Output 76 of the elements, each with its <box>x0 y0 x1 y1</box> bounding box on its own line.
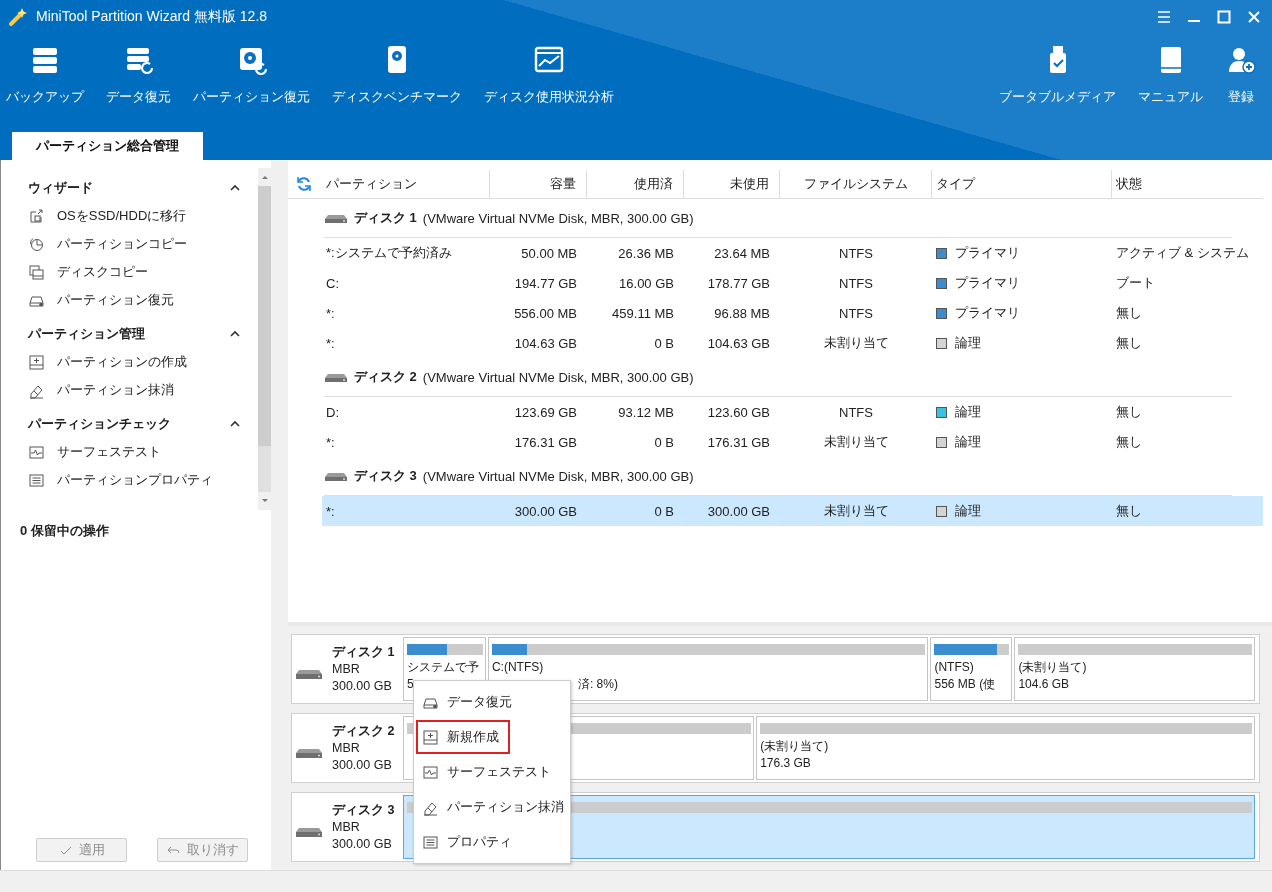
table-cell: 論理 <box>955 334 981 352</box>
partition-scheme: MBR <box>332 818 361 836</box>
table-cell-text: 556.00 MB <box>513 305 578 321</box>
table-cell-text: 459.11 MB <box>611 305 675 321</box>
table-cell-text: *: <box>325 503 336 519</box>
disk-detail: (VMware Virtual NVMe Disk, MBR, 300.00 GB) <box>422 369 694 385</box>
partition-label: (未割り当て) <box>1018 659 1088 676</box>
table-cell-text: *: <box>325 434 336 450</box>
partition-label: (NTFS) <box>934 659 975 676</box>
table-cell-text: NTFS <box>838 404 874 420</box>
table-cell-text: 300.00 GB <box>513 503 578 519</box>
table-cell: プライマリ <box>955 274 1020 292</box>
window-title: MiniTool Partition Wizard 無料版 12.8 <box>36 8 268 26</box>
disk-name: ディスク 3 <box>332 801 395 819</box>
table-cell-text: 300.00 GB <box>706 503 771 519</box>
disk-detail: (VMware Virtual NVMe Disk, MBR, 300.00 GB) <box>422 468 694 484</box>
table-cell-text: 0 B <box>653 434 675 450</box>
table-cell-text: *:システムで予約済み <box>325 244 453 262</box>
table-cell-text: 無し <box>1115 304 1143 322</box>
partition-label: システムで予 <box>407 659 480 676</box>
table-cell-text: 0 B <box>653 335 675 351</box>
partition-info: 5 <box>407 676 415 693</box>
table-cell-text: 176.31 GB <box>513 434 578 450</box>
partition-info: 済: 8%) <box>576 676 619 693</box>
partition-info: 104.6 GB <box>1018 676 1071 693</box>
partition-scheme: MBR <box>332 660 361 678</box>
partition-scheme: MBR <box>332 739 361 757</box>
table-cell: プライマリ <box>955 304 1020 322</box>
table-cell-text: 194.77 GB <box>513 275 578 291</box>
table-cell-text: 無し <box>1115 502 1143 520</box>
table-cell-text: 26.36 MB <box>617 245 675 261</box>
table-cell-text: アクティブ & システム <box>1115 244 1250 262</box>
table-cell-text: 0 B <box>653 503 675 519</box>
partition-label: C:(NTFS) <box>491 659 545 676</box>
table-cell-text: 104.63 GB <box>513 335 578 351</box>
table-cell-text: *: <box>325 305 336 321</box>
partition-label: (未割り当て) <box>760 738 830 755</box>
disk-name: ディスク 1 <box>332 643 395 661</box>
table-cell-text: C: <box>325 275 340 291</box>
partition-info: 176.3 GB <box>760 755 812 772</box>
table-cell: 論理 <box>955 433 981 451</box>
disk-size: 300.00 GB <box>332 835 393 853</box>
table-cell-text: NTFS <box>838 245 874 261</box>
table-cell-text: 123.69 GB <box>513 404 578 420</box>
table-cell: プライマリ <box>955 244 1020 262</box>
table-cell-text: 96.88 MB <box>713 305 771 321</box>
table-cell: 論理 <box>955 403 981 421</box>
disk-size: 300.00 GB <box>332 756 393 774</box>
table-cell-text: 123.60 GB <box>706 404 771 420</box>
table-cell-text: D: <box>325 404 340 420</box>
table-cell-text: 未割り当て <box>822 502 890 520</box>
table-cell-text: 無し <box>1115 403 1143 421</box>
disk-size: 300.00 GB <box>332 677 393 695</box>
disk-name: ディスク 2 <box>332 722 395 740</box>
table-cell-text: *: <box>325 335 336 351</box>
table-cell: 論理 <box>955 502 981 520</box>
section-title: パーティションチェック <box>28 415 171 433</box>
table-cell-text: 104.63 GB <box>706 335 771 351</box>
partition-info: 556 MB (使 <box>934 676 997 693</box>
section-title: パーティション管理 <box>28 325 145 343</box>
section-title: ウィザード <box>28 179 93 197</box>
table-cell-text: 50.00 MB <box>520 245 578 261</box>
table-cell-text: 未割り当て <box>822 334 890 352</box>
table-cell-text: ブート <box>1115 274 1156 292</box>
disk-detail: (VMware Virtual NVMe Disk, MBR, 300.00 GB) <box>422 210 694 226</box>
table-cell-text: 無し <box>1115 433 1143 451</box>
table-cell-text: 176.31 GB <box>706 434 771 450</box>
table-cell-text: 未割り当て <box>822 433 890 451</box>
pending-operations: 0 保留中の操作 <box>19 522 110 540</box>
table-cell-text: 93.12 MB <box>617 404 675 420</box>
table-cell-text: 23.64 MB <box>713 245 771 261</box>
table-cell-text: 16.00 GB <box>618 275 675 291</box>
table-cell-text: NTFS <box>838 275 874 291</box>
table-cell-text: NTFS <box>838 305 874 321</box>
table-cell-text: 178.77 GB <box>706 275 771 291</box>
table-cell-text: 無し <box>1115 334 1143 352</box>
